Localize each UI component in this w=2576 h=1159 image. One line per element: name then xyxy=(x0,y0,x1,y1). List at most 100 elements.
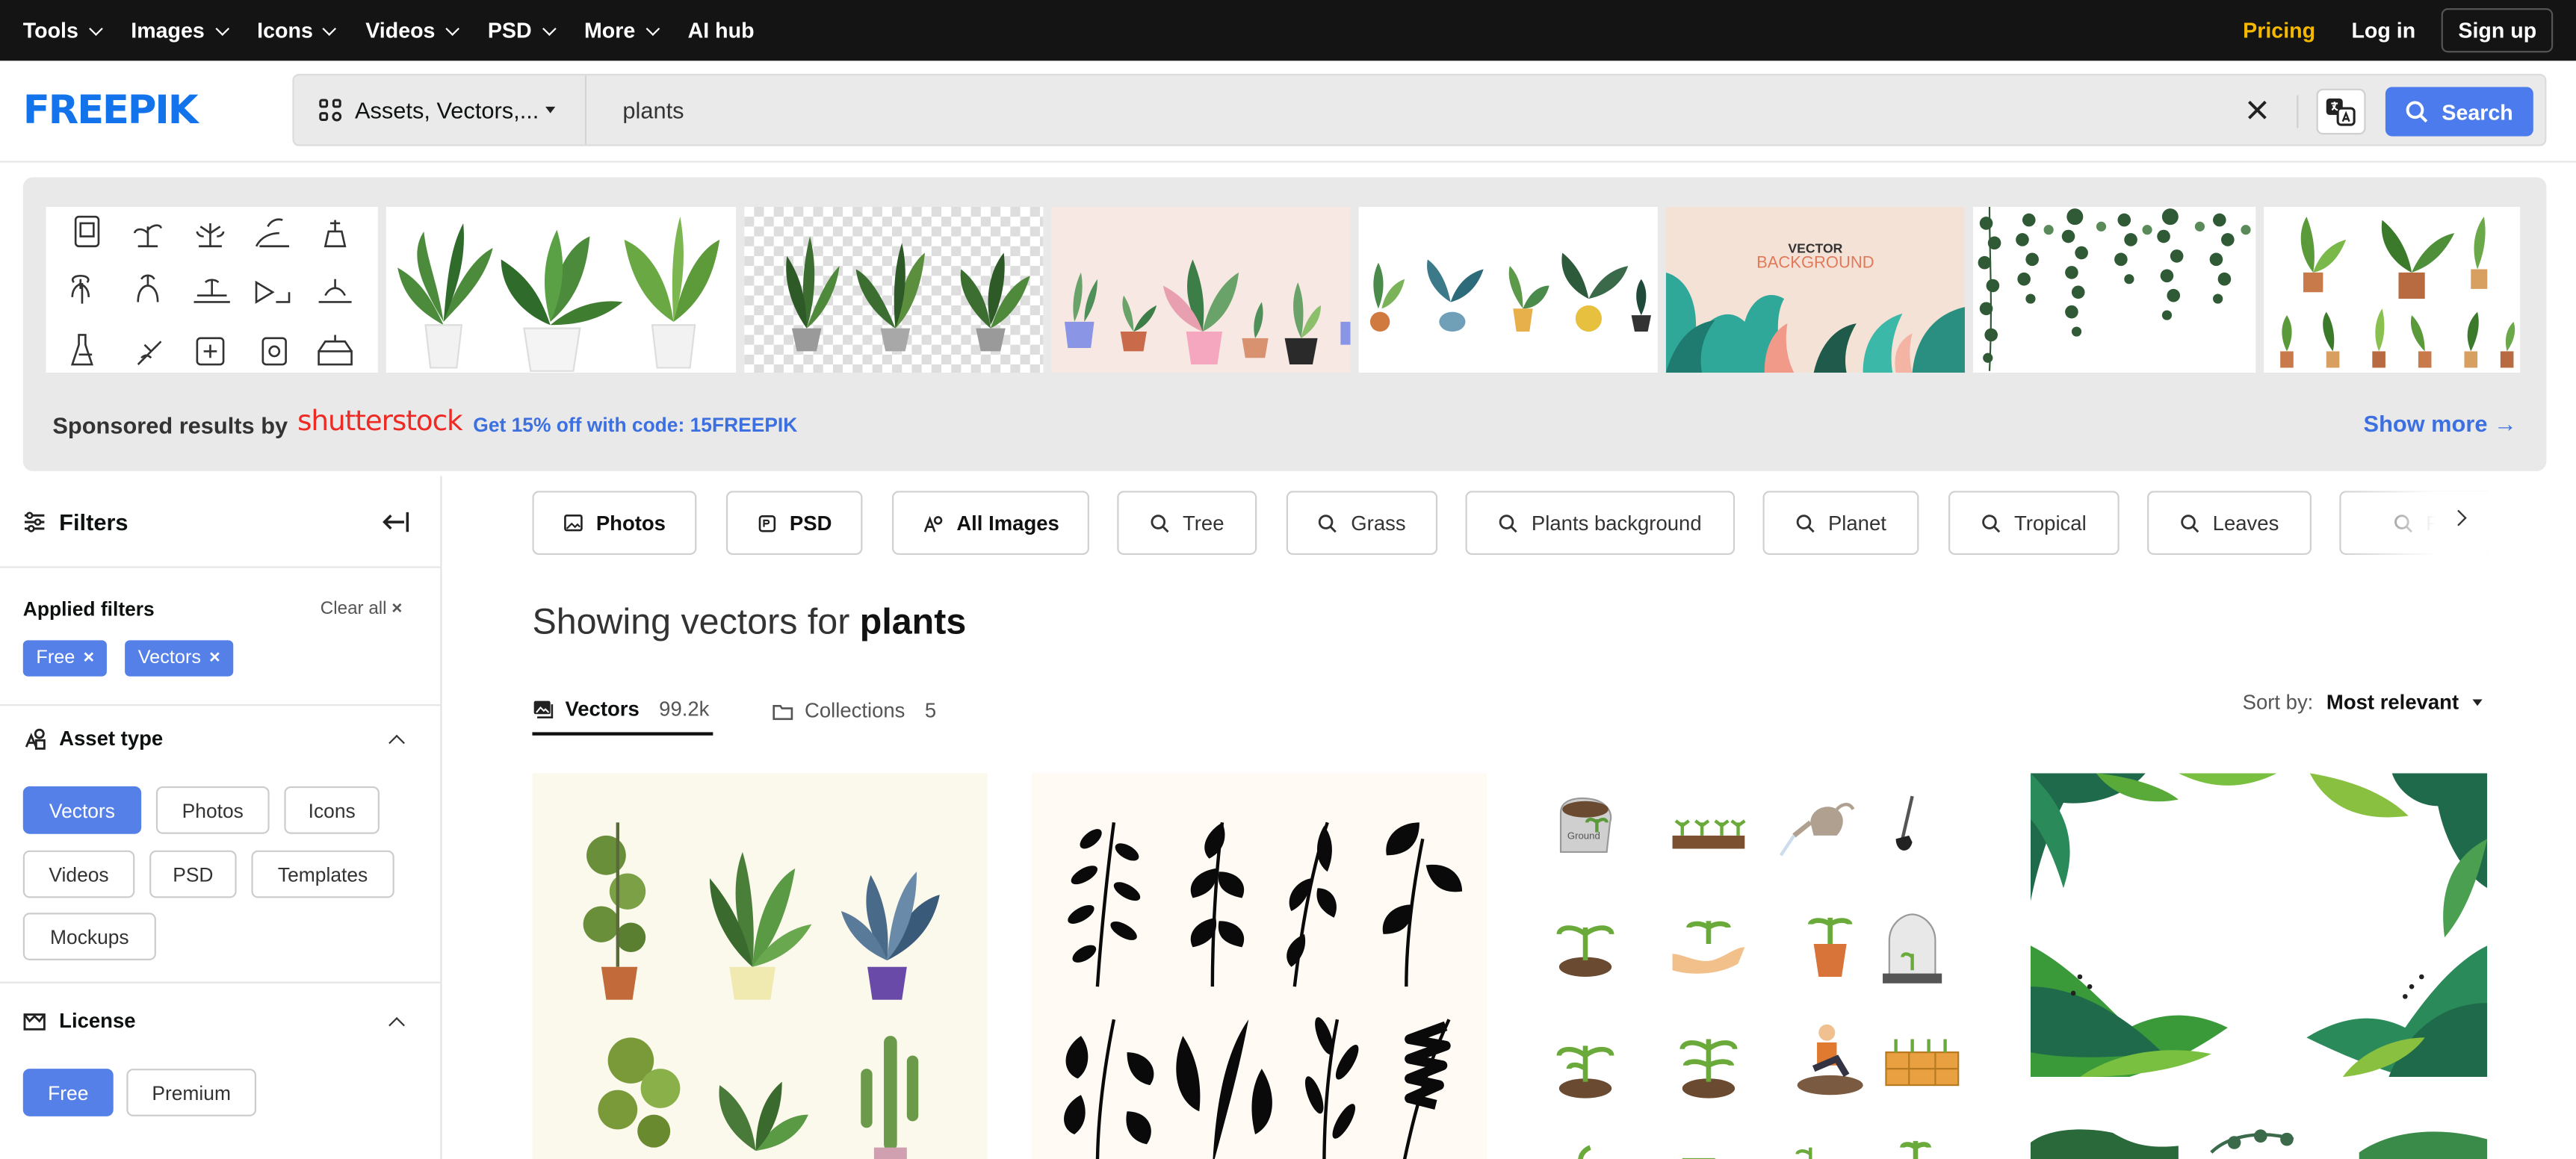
filters-header: Filters xyxy=(23,509,129,535)
asset-type-vectors[interactable]: Vectors xyxy=(22,786,142,834)
search-icon xyxy=(2180,514,2199,532)
related-photos[interactable]: Photos xyxy=(532,491,697,556)
related-grass[interactable]: Grass xyxy=(1286,491,1438,556)
divider xyxy=(0,704,442,706)
nav-tools[interactable]: Tools xyxy=(23,18,103,43)
sponsored-results: VECTOR BACKGROUND Sponsored results by s… xyxy=(22,177,2547,471)
image-stack-icon xyxy=(533,700,554,718)
asset-type-icon xyxy=(25,728,46,750)
pricing-link[interactable]: Pricing xyxy=(2243,18,2315,43)
related-tree[interactable]: Tree xyxy=(1117,491,1257,556)
gardening-icons-vector: Ground xyxy=(1556,795,1960,1159)
nav-psd[interactable]: PSD xyxy=(488,18,556,43)
related-psd[interactable]: PSD xyxy=(725,491,863,556)
promo-code-link[interactable]: Get 15% off with code: 15FREEPIK xyxy=(473,414,797,437)
sponsored-thumb-plant-set[interactable] xyxy=(1358,206,1658,373)
image-icon xyxy=(563,514,583,532)
hanging-ivy-image xyxy=(1978,206,2251,371)
asset-type-header[interactable]: Asset type xyxy=(23,727,163,751)
account-links: Pricing Log in Sign up xyxy=(2243,7,2554,53)
result-card-gardening-icons[interactable]: Ground xyxy=(1531,773,1987,1159)
sponsored-thumb-plant-icons[interactable] xyxy=(46,206,378,373)
license-icon xyxy=(23,1013,46,1031)
signup-button[interactable]: Sign up xyxy=(2442,7,2554,53)
show-more-link[interactable]: Show more → xyxy=(2364,411,2517,437)
sponsored-thumb-houseplants[interactable] xyxy=(1051,206,1351,373)
search-icon xyxy=(1796,514,1815,532)
psd-icon xyxy=(758,514,775,532)
result-tabs: Vectors 99.2k Collections 5 xyxy=(532,686,939,736)
asset-type-icons[interactable]: Icons xyxy=(284,786,380,834)
license-header[interactable]: License xyxy=(23,1010,136,1033)
license-free[interactable]: Free xyxy=(22,1069,114,1116)
shutterstock-logo[interactable]: shutterstock xyxy=(297,406,463,438)
login-link[interactable]: Log in xyxy=(2351,18,2415,43)
freepik-logo[interactable]: FREEPIK xyxy=(23,87,199,134)
chevron-down-icon xyxy=(542,21,556,35)
sliders-icon xyxy=(24,512,45,532)
sponsored-thumb-potted-plants[interactable] xyxy=(386,206,737,373)
applied-chip-free[interactable]: Free × xyxy=(22,640,108,677)
houseplants-image xyxy=(1064,259,1351,365)
nav-more[interactable]: More xyxy=(584,18,660,43)
translate-icon xyxy=(2326,98,2356,126)
result-card-leaves-bottom[interactable] xyxy=(2030,1119,2488,1159)
sponsored-thumb-transparent-plants[interactable] xyxy=(744,206,1044,373)
asset-type-mockups[interactable]: Mockups xyxy=(22,913,156,961)
chevron-down-icon xyxy=(445,21,459,35)
related-plants-background[interactable]: Plants background xyxy=(1465,491,1736,556)
sort-dropdown[interactable]: Sort by: Most relevant xyxy=(2243,691,2482,714)
applied-filters-label: Applied filters xyxy=(22,597,155,621)
chevron-down-icon xyxy=(645,21,660,35)
asset-type-psd[interactable]: PSD xyxy=(149,850,237,898)
nav-images[interactable]: Images xyxy=(131,18,229,43)
chevron-down-icon xyxy=(214,21,229,35)
sponsored-thumbnails: VECTOR BACKGROUND xyxy=(46,206,2521,373)
tab-vectors[interactable]: Vectors 99.2k xyxy=(532,686,713,736)
plant-set-image xyxy=(1369,252,1651,332)
close-icon[interactable]: × xyxy=(209,648,220,668)
chevron-up-icon[interactable] xyxy=(388,1016,405,1034)
search-icon xyxy=(2406,101,2428,123)
close-icon: × xyxy=(391,599,403,619)
result-card-tropical-frame[interactable] xyxy=(2030,773,2488,1078)
leaves-vector xyxy=(2030,1129,2488,1159)
close-icon[interactable]: × xyxy=(83,648,94,668)
collapse-sidebar-icon[interactable] xyxy=(381,511,411,534)
result-card-leaf-silhouettes[interactable] xyxy=(1031,773,1487,1159)
search-input[interactable] xyxy=(622,88,2102,131)
asset-type-photos[interactable]: Photos xyxy=(155,786,270,834)
assets-icon xyxy=(319,99,342,122)
arrow-right-icon: → xyxy=(2494,410,2517,437)
related-leaves[interactable]: Leaves xyxy=(2147,491,2312,556)
tab-collections[interactable]: Collections 5 xyxy=(772,686,940,736)
leaf-silhouettes-vector xyxy=(1064,821,1463,1159)
related-planet[interactable]: Planet xyxy=(1762,491,1919,556)
search-bar: Assets, Vectors,... Search xyxy=(292,73,2547,146)
sponsored-thumb-hanging-ivy[interactable] xyxy=(1972,206,2256,373)
close-icon[interactable] xyxy=(2244,97,2270,123)
sponsored-label: Sponsored results by xyxy=(52,411,288,438)
asset-type-templates[interactable]: Templates xyxy=(251,850,394,898)
potted-plants-vector xyxy=(583,822,940,1159)
clear-all-button[interactable]: Clear all × xyxy=(321,599,403,618)
applied-chip-vectors[interactable]: Vectors × xyxy=(125,640,234,677)
nav-videos[interactable]: Videos xyxy=(365,18,459,43)
result-card-potted-plants[interactable] xyxy=(532,773,988,1159)
license-premium[interactable]: Premium xyxy=(126,1069,257,1116)
sponsored-thumb-plant-collection[interactable] xyxy=(2264,206,2521,373)
chevron-down-icon xyxy=(323,21,338,35)
search-icon xyxy=(1499,514,1518,532)
asset-type-selector[interactable]: Assets, Vectors,... xyxy=(294,75,587,145)
sponsored-thumb-vector-background[interactable]: VECTOR BACKGROUND xyxy=(1665,206,1965,373)
related-all-images[interactable]: All Images xyxy=(892,491,1089,556)
nav-ai-hub[interactable]: AI hub xyxy=(688,18,755,43)
folder-icon xyxy=(772,703,793,720)
translate-button[interactable] xyxy=(2316,88,2366,135)
search-button[interactable]: Search xyxy=(2385,87,2533,137)
asset-type-videos[interactable]: Videos xyxy=(22,850,135,898)
search-icon xyxy=(1151,514,1169,532)
chevron-up-icon[interactable] xyxy=(388,734,405,751)
nav-icons[interactable]: Icons xyxy=(257,18,338,43)
related-tropical[interactable]: Tropical xyxy=(1948,491,2120,556)
